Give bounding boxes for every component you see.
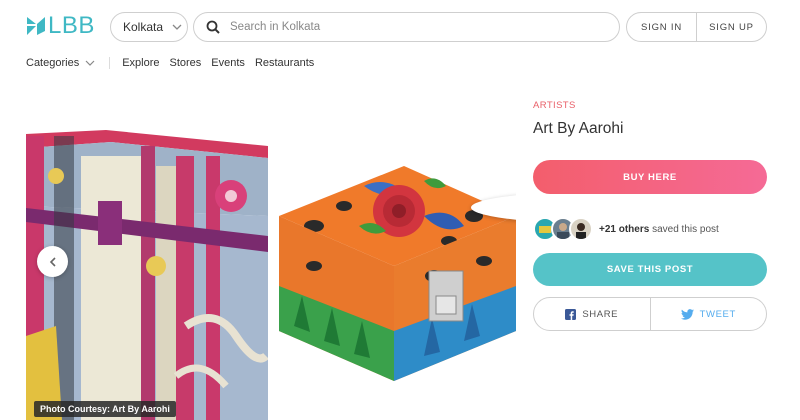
category-tag[interactable]: ARTISTS (533, 100, 767, 111)
city-label: Kolkata (123, 20, 164, 34)
header: LBB Kolkata SIGN IN SIGN UP (0, 0, 800, 52)
nav-item-stores[interactable]: Stores (170, 57, 202, 69)
search-icon (206, 20, 220, 34)
nav-item-restaurants[interactable]: Restaurants (255, 57, 314, 69)
buy-here-button[interactable]: BUY HERE (533, 160, 767, 194)
chevron-left-icon (49, 256, 56, 267)
main-nav: Categories Explore Stores Events Restaur… (26, 54, 324, 72)
avatar[interactable] (569, 217, 593, 241)
post-title: Art By Aarohi (533, 120, 624, 137)
search-bar[interactable] (193, 12, 620, 42)
painted-box-image (279, 166, 516, 381)
nav-item-events[interactable]: Events (211, 57, 245, 69)
facebook-icon (565, 308, 577, 320)
tweet-label: TWEET (699, 308, 736, 320)
photo-credit: Photo Courtesy: Art By Aarohi (34, 401, 176, 417)
saved-suffix: saved this post (649, 223, 719, 235)
chevron-down-icon (85, 60, 95, 66)
chevron-down-icon (172, 24, 182, 30)
logo-text: LBB (48, 12, 95, 39)
saved-count[interactable]: +21 others (599, 224, 649, 235)
save-post-button[interactable]: SAVE THIS POST (533, 253, 767, 286)
lbb-logo-icon (27, 17, 45, 35)
twitter-share-button[interactable]: TWEET (651, 298, 767, 330)
image-carousel: Photo Courtesy: Art By Aarohi (26, 96, 516, 420)
sign-up-button[interactable]: SIGN UP (697, 13, 766, 41)
auth-buttons: SIGN IN SIGN UP (626, 12, 767, 42)
saved-count-text: +21 others saved this post (599, 224, 719, 235)
carousel-prev-button[interactable] (37, 246, 68, 277)
saved-avatars (533, 217, 593, 241)
share-buttons: SHARE TWEET (533, 297, 767, 331)
post-details: ARTISTS Art By Aarohi BUY HERE +21 other… (533, 96, 767, 331)
facebook-share-button[interactable]: SHARE (534, 298, 650, 330)
share-label: SHARE (582, 308, 619, 320)
saved-by-row: +21 others saved this post (533, 216, 719, 242)
twitter-icon (680, 308, 694, 320)
city-selector[interactable]: Kolkata (110, 12, 188, 42)
search-input[interactable] (230, 21, 590, 33)
nav-item-explore[interactable]: Explore (122, 57, 159, 69)
sign-in-button[interactable]: SIGN IN (627, 13, 696, 41)
categories-label: Categories (26, 57, 80, 69)
lbb-logo[interactable]: LBB (26, 14, 95, 38)
carousel-image-2 (274, 96, 516, 420)
categories-menu[interactable]: Categories (26, 57, 111, 69)
